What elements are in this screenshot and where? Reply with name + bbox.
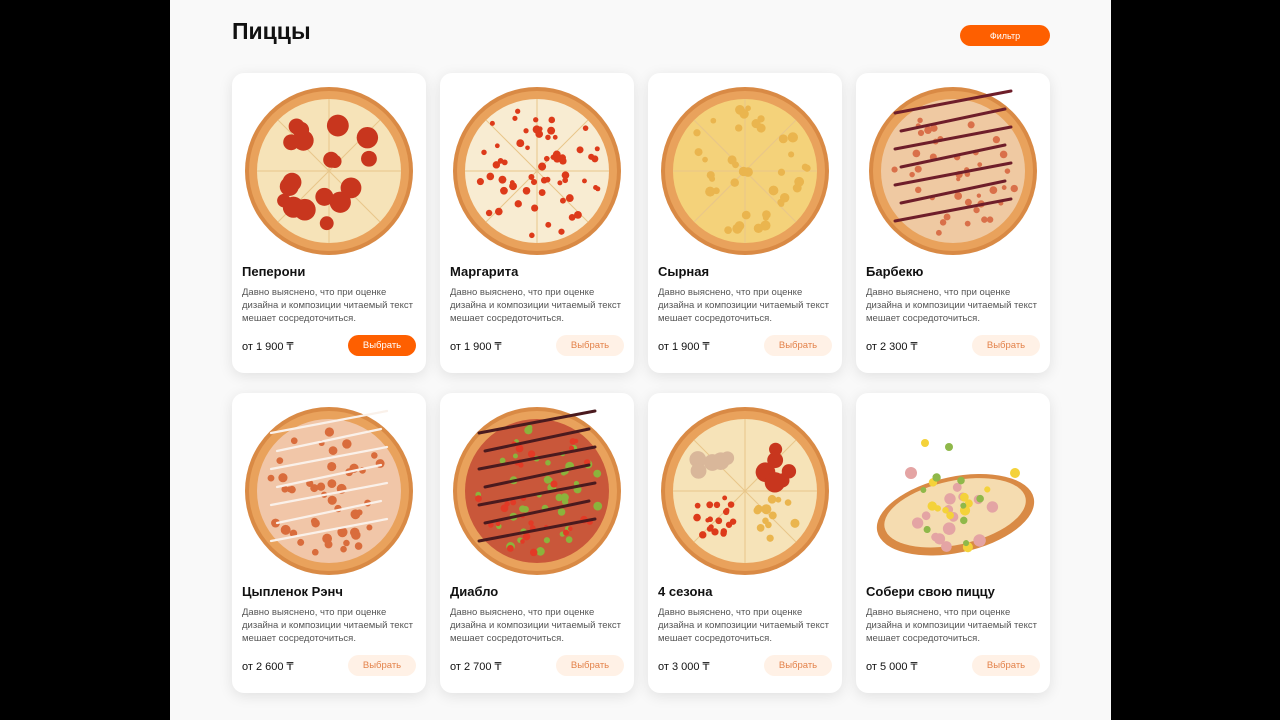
product-name: Сырная: [658, 264, 710, 279]
select-button[interactable]: Выбрать: [348, 335, 416, 356]
pepperoni-pizza-image: [245, 87, 413, 255]
product-name: Барбекю: [866, 264, 924, 279]
four-seasons-pizza-image: [661, 407, 829, 575]
product-description: Давно выяснено, что при оценке дизайна и…: [866, 287, 1037, 324]
select-button[interactable]: Выбрать: [556, 335, 624, 356]
product-grid: Пеперони Давно выяснено, что при оценке …: [232, 73, 1050, 693]
product-price: от 2 300 ₸: [866, 341, 918, 353]
product-price: от 3 000 ₸: [658, 661, 710, 673]
product-card-pepperoni[interactable]: Пеперони Давно выяснено, что при оценке …: [232, 73, 426, 373]
product-description: Давно выяснено, что при оценке дизайна и…: [242, 287, 413, 324]
product-description: Давно выяснено, что при оценке дизайна и…: [658, 607, 829, 644]
product-name: Цыпленок Рэнч: [242, 584, 343, 599]
product-price: от 1 900 ₸: [450, 341, 502, 353]
select-button[interactable]: Выбрать: [556, 655, 624, 676]
product-name: Маргарита: [450, 264, 519, 279]
product-description: Давно выяснено, что при оценке дизайна и…: [658, 287, 829, 324]
product-name: Пеперони: [242, 264, 306, 279]
select-button[interactable]: Выбрать: [764, 335, 832, 356]
product-price: от 1 900 ₸: [658, 341, 710, 353]
select-button[interactable]: Выбрать: [972, 335, 1040, 356]
product-card-cheese[interactable]: Сырная Давно выяснено, что при оценке ди…: [648, 73, 842, 373]
product-card-margherita[interactable]: Маргарита Давно выяснено, что при оценке…: [440, 73, 634, 373]
catalog-page: Пиццы Фильтр Пеперони Давно выяснено, чт…: [170, 0, 1111, 720]
product-description: Давно выяснено, что при оценке дизайна и…: [450, 287, 621, 324]
select-button[interactable]: Выбрать: [972, 655, 1040, 676]
page-title: Пиццы: [232, 18, 311, 44]
product-description: Давно выяснено, что при оценке дизайна и…: [242, 607, 413, 644]
product-price: от 1 900 ₸: [242, 341, 294, 353]
product-card-four-seasons[interactable]: 4 сезона Давно выяснено, что при оценке …: [648, 393, 842, 693]
product-name: 4 сезона: [658, 584, 713, 599]
bbq-pizza-image: [869, 87, 1037, 255]
select-button[interactable]: Выбрать: [764, 655, 832, 676]
product-card-custom[interactable]: Собери свою пиццу Давно выяснено, что пр…: [856, 393, 1050, 693]
product-description: Давно выяснено, что при оценке дизайна и…: [866, 607, 1037, 644]
cheese-pizza-image: [661, 87, 829, 255]
filter-button[interactable]: Фильтр: [960, 25, 1050, 46]
product-description: Давно выяснено, что при оценке дизайна и…: [450, 607, 621, 644]
product-name: Диабло: [450, 584, 499, 599]
product-card-chicken-ranch[interactable]: Цыпленок Рэнч Давно выяснено, что при оц…: [232, 393, 426, 693]
product-name: Собери свою пиццу: [866, 584, 995, 599]
diablo-pizza-image: [453, 407, 621, 575]
product-card-bbq[interactable]: Барбекю Давно выяснено, что при оценке д…: [856, 73, 1050, 373]
product-price: от 5 000 ₸: [866, 661, 918, 673]
select-button[interactable]: Выбрать: [348, 655, 416, 676]
product-price: от 2 700 ₸: [450, 661, 502, 673]
chicken-ranch-pizza-image: [245, 407, 413, 575]
product-card-diablo[interactable]: Диабло Давно выяснено, что при оценке ди…: [440, 393, 634, 693]
margherita-pizza-image: [453, 87, 621, 255]
product-price: от 2 600 ₸: [242, 661, 294, 673]
custom-pizza-image: [876, 439, 1035, 556]
